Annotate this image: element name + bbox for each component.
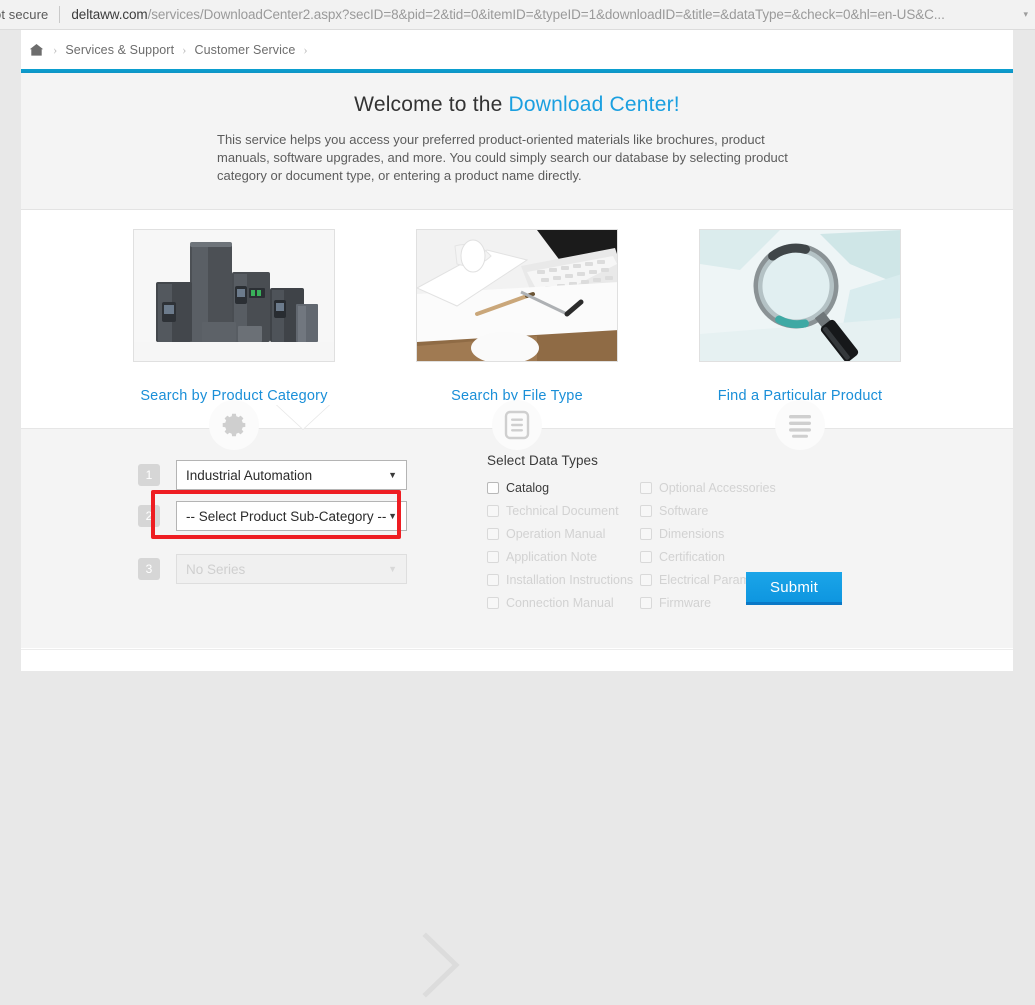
- list-lines-icon: [775, 400, 825, 450]
- card-search-by-product-category[interactable]: Search by Product Category: [133, 229, 335, 450]
- browser-address-bar[interactable]: ot secure deltaww.com/services/DownloadC…: [0, 0, 1035, 30]
- checkbox-box[interactable]: [487, 505, 499, 517]
- checkbox-label: Firmware: [659, 596, 712, 610]
- checkbox-box[interactable]: [640, 528, 652, 540]
- product-category-select[interactable]: Industrial Automation ▼: [176, 460, 407, 490]
- checkbox-label: Connection Manual: [506, 596, 614, 610]
- checkbox-certification[interactable]: Certification: [640, 550, 776, 564]
- card-pointer-notch: [277, 405, 329, 429]
- home-icon[interactable]: [29, 43, 44, 57]
- selector-panel: 1 Industrial Automation ▼ 2 -- Select Pr…: [21, 428, 1013, 998]
- checkbox-box[interactable]: [640, 597, 652, 609]
- step-row-2: 2 -- Select Product Sub-Category -- ▼: [138, 501, 407, 531]
- checkbox-box[interactable]: [487, 551, 499, 563]
- checkbox-box[interactable]: [640, 551, 652, 563]
- checkbox-software[interactable]: Software: [640, 504, 776, 518]
- card-find-a-particular-product[interactable]: Find a Particular Product: [699, 229, 901, 450]
- url-path: /services/DownloadCenter2.aspx?secID=8&p…: [147, 7, 945, 22]
- checkbox-label: Operation Manual: [506, 527, 606, 541]
- breadcrumb-item-customer-service[interactable]: Customer Service: [194, 43, 295, 57]
- entry-cards: Search by Product Category Search by Fil…: [21, 210, 1013, 450]
- checkbox-box[interactable]: [487, 482, 499, 494]
- security-status-label: ot secure: [0, 7, 49, 22]
- document-lines-icon: [492, 400, 542, 450]
- checkbox-label: Technical Document: [506, 504, 619, 518]
- checkbox-box[interactable]: [640, 505, 652, 517]
- selector-inner: 1 Industrial Automation ▼ 2 -- Select Pr…: [21, 429, 1013, 998]
- page-title: Welcome to the Download Center!: [21, 93, 1013, 117]
- welcome-description: This service helps you access your prefe…: [217, 132, 788, 183]
- series-value: No Series: [186, 561, 246, 577]
- checkbox-box[interactable]: [487, 597, 499, 609]
- magnifier-photo: [699, 229, 901, 362]
- product-sub-category-value: -- Select Product Sub-Category --: [186, 508, 387, 524]
- product-sub-category-select[interactable]: -- Select Product Sub-Category -- ▼: [176, 501, 407, 531]
- checkbox-label: Software: [659, 504, 709, 518]
- checkbox-catalog[interactable]: Catalog: [487, 481, 640, 495]
- submit-button[interactable]: Submit: [746, 572, 842, 605]
- welcome-section: Welcome to the Download Center! This ser…: [21, 73, 1013, 210]
- page-viewport: › Services & Support › Customer Service …: [0, 30, 1035, 998]
- checkbox-label: Optional Accessories: [659, 481, 776, 495]
- step-badge-1: 1: [138, 464, 160, 486]
- product-drives-photo: [133, 229, 335, 362]
- page-title-accent: Download Center!: [508, 93, 680, 116]
- checkbox-connection-manual[interactable]: Connection Manual: [487, 596, 640, 610]
- data-types-group: Select Data Types Catalog Optional Acces…: [487, 453, 776, 610]
- breadcrumb-separator-2: ›: [303, 41, 308, 57]
- step-row-3: 3 No Series ▼: [138, 554, 407, 584]
- checkbox-operation-manual[interactable]: Operation Manual: [487, 527, 640, 541]
- chevron-down-icon: ▼: [388, 511, 397, 521]
- checkbox-box[interactable]: [640, 574, 652, 586]
- page-footer-spacer: [21, 649, 1013, 671]
- checkbox-dimensions[interactable]: Dimensions: [640, 527, 776, 541]
- url-host: deltaww.com: [71, 7, 148, 22]
- address-bar-url[interactable]: deltaww.com/services/DownloadCenter2.asp…: [71, 7, 944, 22]
- page-content: › Services & Support › Customer Service …: [21, 30, 1013, 998]
- checkbox-optional-accessories[interactable]: Optional Accessories: [640, 481, 776, 495]
- checkbox-label: Application Note: [506, 550, 598, 564]
- step-badge-2: 2: [138, 505, 160, 527]
- breadcrumb-separator-1: ›: [182, 41, 187, 57]
- card-search-by-file-type[interactable]: Search by File Type: [416, 229, 618, 450]
- chevron-right-icon: [418, 930, 464, 1005]
- series-select[interactable]: No Series ▼: [176, 554, 407, 584]
- checkbox-label: Catalog: [506, 481, 550, 495]
- breadcrumb-separator-0: ›: [53, 41, 58, 57]
- step-badge-3: 3: [138, 558, 160, 580]
- checkbox-box[interactable]: [487, 574, 499, 586]
- checkbox-box[interactable]: [487, 528, 499, 540]
- address-bar-divider: [59, 6, 61, 23]
- chevron-down-icon: ▼: [388, 470, 397, 480]
- checkbox-label: Certification: [659, 550, 725, 564]
- checkbox-technical-document[interactable]: Technical Document: [487, 504, 640, 518]
- checkbox-box[interactable]: [640, 482, 652, 494]
- breadcrumb-item-services-support[interactable]: Services & Support: [65, 43, 174, 57]
- checkbox-label: Installation Instructions: [506, 573, 634, 587]
- gear-icon: [209, 400, 259, 450]
- data-types-checkbox-grid: Catalog Optional Accessories Technical D…: [487, 481, 776, 610]
- checkbox-installation-instructions[interactable]: Installation Instructions: [487, 573, 640, 587]
- checkbox-application-note[interactable]: Application Note: [487, 550, 640, 564]
- data-types-title: Select Data Types: [487, 453, 599, 468]
- chevron-down-icon[interactable]: ▾: [1023, 9, 1028, 20]
- page-title-plain: Welcome to the: [354, 93, 509, 116]
- product-category-value: Industrial Automation: [186, 467, 313, 483]
- desk-blueprint-photo: [416, 229, 618, 362]
- chevron-down-icon: ▼: [388, 564, 397, 574]
- checkbox-label: Dimensions: [659, 527, 725, 541]
- step-row-1: 1 Industrial Automation ▼: [138, 460, 407, 490]
- breadcrumb: › Services & Support › Customer Service …: [21, 30, 1013, 69]
